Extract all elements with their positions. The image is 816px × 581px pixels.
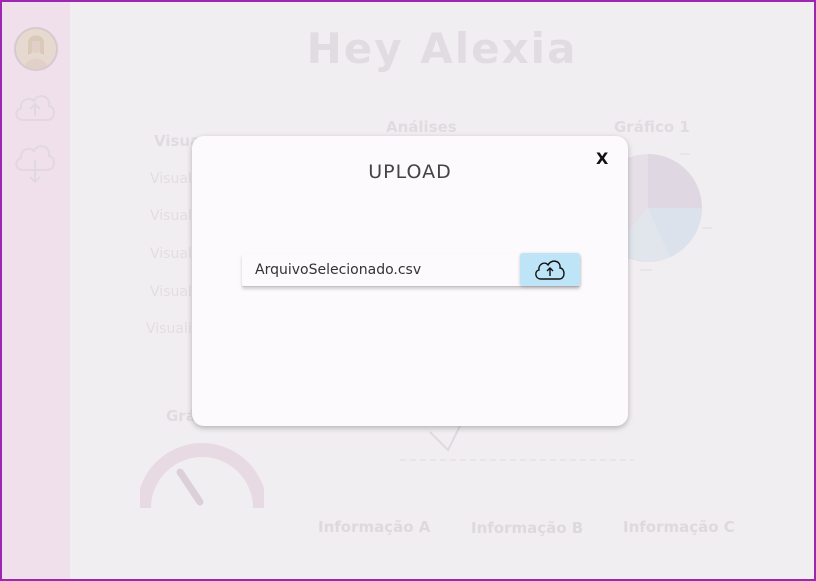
file-name-field[interactable]: ArquivoSelecionado.csv bbox=[242, 253, 580, 287]
app-window: Hey Alexia Visua Análises Gráfico 1 Grá … bbox=[0, 0, 816, 581]
close-button[interactable]: X bbox=[596, 149, 608, 168]
upload-modal: UPLOAD X ArquivoSelecionado.csv bbox=[192, 136, 628, 426]
file-name-value: ArquivoSelecionado.csv bbox=[255, 262, 422, 278]
cloud-upload-icon bbox=[535, 260, 565, 280]
modal-title: UPLOAD bbox=[368, 161, 452, 183]
upload-button[interactable] bbox=[520, 253, 580, 286]
